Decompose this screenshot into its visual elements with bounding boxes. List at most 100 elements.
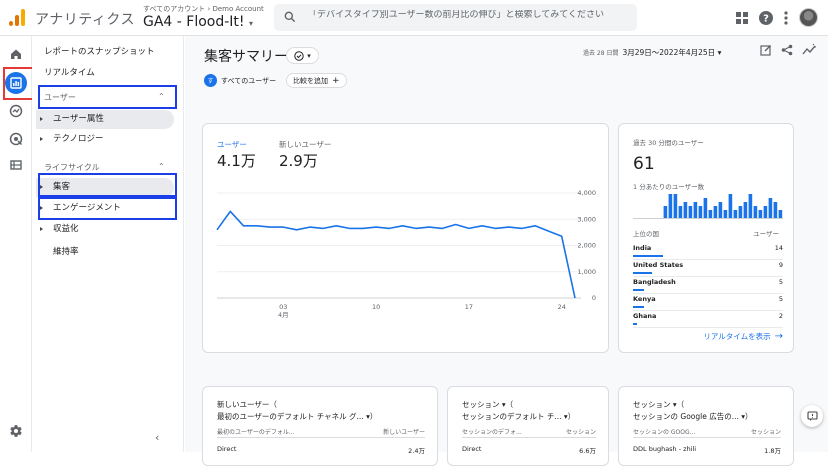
card-title[interactable]: セッション ▾（ セッションのデフォルト チ... ▾） [462,399,575,423]
feedback-button[interactable] [801,405,823,427]
sidebar-section-lifecycle[interactable]: ライフサイクル [44,162,100,173]
metric-new-users-tab[interactable]: 新しいユーザー [279,139,331,150]
country-bar [633,323,638,325]
search-box[interactable] [274,4,637,31]
x-tick-label: 17 [465,303,473,311]
add-comparison-label: 比較を追加 [293,76,328,85]
page-title: 集客サマリー [204,49,288,65]
country-users: 9 [778,261,783,269]
col-metric: セッション [565,429,596,436]
row-value: 2.4万 [408,447,425,455]
minute-bar [668,194,673,218]
minute-bar [698,206,703,218]
segment-all-users[interactable]: すすべてのユーザー [204,73,276,88]
apps-grid-icon[interactable] [736,11,748,24]
card-title-dimension: 最初のユーザーのデフォルト チャネル グ... [217,412,364,421]
y-tick-label: 3,000 [577,215,596,223]
check-circle-icon [294,50,304,61]
date-range-picker[interactable]: 過去 28 日間 3月29日～2022年4月25日 ▾ [583,47,721,58]
card-title[interactable]: 新しいユーザー（ 最初のユーザーのデフォルト チャネル グ... ▾） [217,399,377,423]
country-bar [633,289,644,291]
country-row: United States 9 [633,261,783,278]
breadcrumb[interactable]: すべてのアカウント › Demo Account [143,4,264,14]
card-title-line2: セッションのデフォルト チ... ▾） [462,412,576,421]
sidebar-item-label: ユーザー属性 [53,114,104,124]
highlight-box-engagement [38,197,177,220]
row-divider [633,259,783,260]
sidebar-item-user-attributes[interactable]: ユーザー属性 [36,110,174,129]
card-title-dimension: セッションの Google 広告の... [633,412,739,421]
y-tick-label: 1,000 [577,268,596,276]
minute-bar [713,206,718,218]
highlight-box-acquisition [38,173,177,197]
minute-bar [673,194,678,218]
minute-bar [688,206,693,218]
country-row: Bangladesh 5 [633,278,783,295]
settings-gear-icon[interactable] [9,424,23,438]
search-icon [284,11,296,23]
view-realtime-link[interactable]: リアルタイムを表示 → [703,331,783,342]
breakdown-card: セッション ▾（ セッションのデフォルト チ... ▾） セッションのデフォ...… [447,386,609,466]
home-icon[interactable] [8,46,24,62]
col-dimension: セッションのデフォ... [462,429,522,436]
chevron-down-icon: ▾ [307,51,311,60]
sidebar-item-label: テクノロジー [53,134,104,144]
collapse-sidebar-icon[interactable]: ‹ [155,431,159,444]
insights-icon[interactable] [802,44,816,56]
realtime-label: 過去 30 分間のユーザー [633,139,704,147]
card-title[interactable]: セッション ▾（ セッションの Google 広告の... ▾） [633,399,753,423]
sidebar-item-snapshot[interactable]: レポートのスナップショット [44,45,155,57]
view-realtime-label: リアルタイムを表示 [703,332,771,341]
minute-bar [743,202,748,218]
per-minute-label: 1 分あたりのユーザー数 [633,183,705,191]
minute-bar [738,206,743,218]
share-icon[interactable] [781,44,793,56]
sidebar-item-realtime[interactable]: リアルタイム [44,66,95,78]
country-row: Ghana 2 [633,312,783,329]
minute-bar [768,198,773,218]
sidebar-item-label: 収益化 [53,224,79,234]
users-line-chart: 4,000 3,000 2,000 1,000 0 034月 10 17 24 [216,189,596,319]
minute-bar [683,202,688,218]
breakdown-card: 新しいユーザー（ 最初のユーザーのデフォルト チャネル グ... ▾） 最初のユー… [202,386,438,466]
property-selector[interactable]: GA4 - Flood-It! ▾ [143,14,253,30]
x-tick-label: 10 [372,303,380,311]
card-title-line1: 新しいユーザー（ [217,400,277,409]
minute-bar [703,198,708,218]
search-input[interactable] [308,10,628,20]
row-divider [633,310,783,311]
x-tick-sublabel: 4月 [278,311,289,319]
advertising-icon[interactable] [8,131,24,147]
arrow-right-icon: → [774,331,783,342]
explore-icon[interactable] [8,103,24,119]
country-bar [633,255,663,257]
country-row: Kenya 5 [633,295,783,312]
segment-label: すべてのユーザー [221,76,277,85]
row-divider [633,293,783,294]
row-value: 1.8万 [764,447,781,455]
help-icon[interactable]: ? [759,10,773,25]
segment-badge: す [204,74,217,87]
country-name: Bangladesh [633,278,676,286]
edit-report-icon[interactable] [760,44,772,56]
country-name: Ghana [633,312,657,320]
sidebar-item-monetization[interactable]: 収益化 [36,220,174,239]
analytics-logo-icon[interactable] [9,9,25,26]
avatar[interactable] [799,8,818,27]
minute-bar [758,210,763,218]
more-vert-icon[interactable] [784,10,788,25]
title-status-button[interactable]: ▾ [286,47,319,64]
country-name: India [633,244,652,252]
add-comparison-button[interactable]: 比較を追加 + [286,73,347,88]
y-tick-label: 0 [592,294,596,302]
configure-icon[interactable] [8,157,24,173]
card-title-line2: セッションの Google 広告の... ▾） [633,412,753,421]
country-bar [633,306,644,308]
breakdown-card: セッション ▾（ セッションの Google 広告の... ▾） セッションの G… [618,386,794,466]
realtime-card: 過去 30 分間のユーザー 61 1 分あたりのユーザー数 上位の国 ユーザー … [618,123,794,353]
x-tick-label: 24 [558,303,566,311]
chevron-up-icon[interactable]: ⌃ [158,162,165,171]
sidebar-item-retention[interactable]: 維持率 [53,245,79,257]
sidebar-item-technology[interactable]: テクノロジー [36,130,174,149]
col-country: 上位の国 [633,230,659,238]
